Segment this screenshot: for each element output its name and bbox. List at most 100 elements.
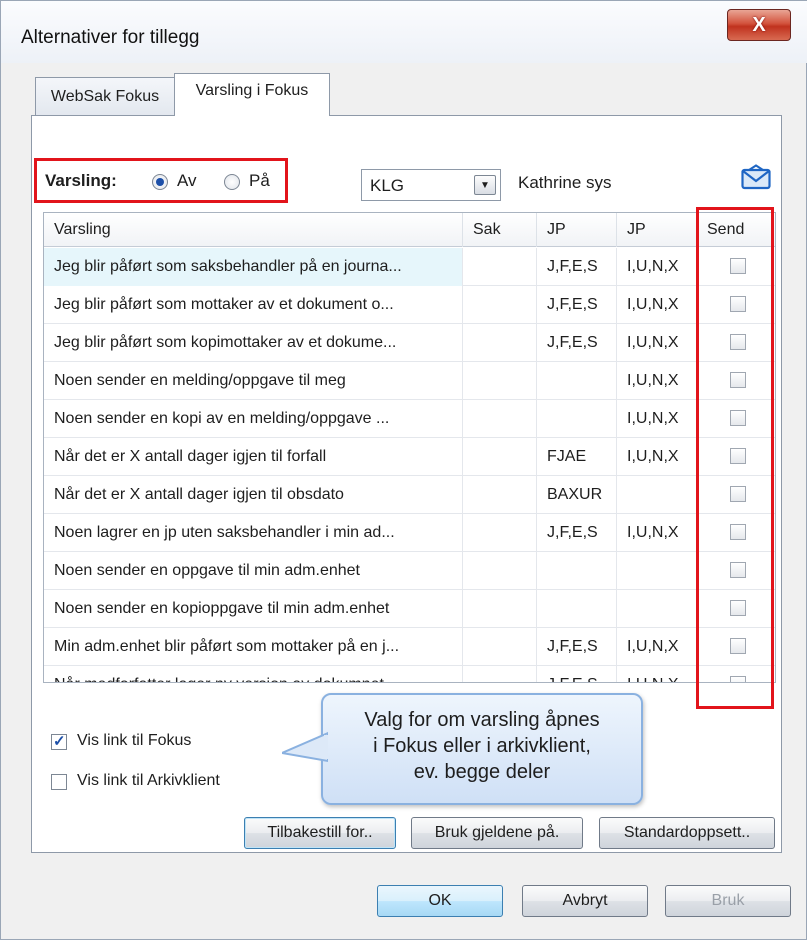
callout-line-3: ev. begge deler xyxy=(413,761,551,783)
sak-cell xyxy=(463,362,537,400)
dialog-window: Alternativer for tillegg X WebSak Fokus … xyxy=(0,0,807,940)
tab-websak-fokus[interactable]: WebSak Fokus xyxy=(35,77,175,115)
jp2-cell xyxy=(617,476,697,514)
ok-button[interactable]: OK xyxy=(377,885,503,917)
jp2-cell xyxy=(617,552,697,590)
user-select[interactable]: KLG ▼ xyxy=(361,169,501,201)
callout-pointer xyxy=(282,731,328,763)
envelope-icon[interactable] xyxy=(741,164,771,190)
varsling-cell: Jeg blir påført som mottaker av et dokum… xyxy=(44,286,463,324)
table-row[interactable]: Når det er X antall dager igjen til forf… xyxy=(44,438,775,476)
apply-to-button[interactable]: Bruk gjeldene på. xyxy=(411,817,583,849)
title-bar: Alternativer for tillegg X xyxy=(1,1,807,63)
table-row[interactable]: Noen sender en oppgave til min adm.enhet xyxy=(44,552,775,590)
varsling-cell: Noen sender en kopi av en melding/oppgav… xyxy=(44,400,463,438)
table-row[interactable]: Noen sender en melding/oppgave til meg I,… xyxy=(44,362,775,400)
jp-cell xyxy=(537,400,617,438)
vis-link-arkivklient-checkbox[interactable] xyxy=(51,774,67,790)
jp2-cell: I,U,N,X xyxy=(617,666,697,682)
grid-header: Varsling Sak JP JP Send xyxy=(44,213,775,247)
varsling-on-label: På xyxy=(249,171,270,190)
table-row[interactable]: Noen sender en kopioppgave til min adm.e… xyxy=(44,590,775,628)
column-header-sak[interactable]: Sak xyxy=(463,213,537,247)
table-row[interactable]: Når det er X antall dager igjen til obsd… xyxy=(44,476,775,514)
callout-line-1: Valg for om varsling åpnes xyxy=(364,709,600,731)
chevron-down-icon[interactable]: ▼ xyxy=(474,175,496,195)
column-header-jp-2[interactable]: JP xyxy=(617,213,697,247)
varsling-grid: Varsling Sak JP JP Send Jeg blir påført … xyxy=(43,212,776,683)
jp-cell xyxy=(537,590,617,628)
table-row[interactable]: Jeg blir påført som saksbehandler på en … xyxy=(44,248,775,286)
apply-button[interactable]: Bruk xyxy=(665,885,791,917)
jp2-cell: I,U,N,X xyxy=(617,248,697,286)
sak-cell xyxy=(463,438,537,476)
varsling-cell: Noen lagrer en jp uten saksbehandler i m… xyxy=(44,514,463,552)
send-column-highlight-box xyxy=(696,207,774,709)
jp-cell: J,F,E,S xyxy=(537,628,617,666)
user-select-value: KLG xyxy=(370,176,405,195)
jp-cell: BAXUR xyxy=(537,476,617,514)
user-name: Kathrine sys xyxy=(518,173,612,192)
sak-cell xyxy=(463,514,537,552)
jp-cell: J,F,E,S xyxy=(537,248,617,286)
varsling-cell: Når medforfatter lager ny versjon av dok… xyxy=(44,666,463,682)
varsling-cell: Når det er X antall dager igjen til forf… xyxy=(44,438,463,476)
jp-cell: FJAE xyxy=(537,438,617,476)
varsling-highlight-box: Varsling: Av På xyxy=(34,158,288,203)
close-button[interactable]: X xyxy=(727,9,791,41)
sak-cell xyxy=(463,666,537,682)
jp2-cell: I,U,N,X xyxy=(617,362,697,400)
varsling-on-radio[interactable] xyxy=(224,174,240,190)
jp2-cell: I,U,N,X xyxy=(617,324,697,362)
varsling-cell: Min adm.enhet blir påført som mottaker p… xyxy=(44,628,463,666)
sak-cell xyxy=(463,628,537,666)
defaults-button[interactable]: Standardoppsett.. xyxy=(599,817,775,849)
vis-link-fokus-label: Vis link til Fokus xyxy=(77,732,192,749)
varsling-cell: Noen sender en kopioppgave til min adm.e… xyxy=(44,590,463,628)
vis-link-fokus-checkbox[interactable] xyxy=(51,732,67,750)
callout-tooltip: Valg for om varsling åpnes i Fokus eller… xyxy=(321,693,643,805)
varsling-off-label: Av xyxy=(177,171,197,190)
varsling-cell: Noen sender en oppgave til min adm.enhet xyxy=(44,552,463,590)
tab-varsling-i-fokus[interactable]: Varsling i Fokus xyxy=(174,73,330,116)
jp-cell: J,F,E,S xyxy=(537,286,617,324)
table-row[interactable]: Jeg blir påført som mottaker av et dokum… xyxy=(44,286,775,324)
sak-cell xyxy=(463,476,537,514)
jp2-cell: I,U,N,X xyxy=(617,514,697,552)
jp2-cell xyxy=(617,590,697,628)
column-header-varsling[interactable]: Varsling xyxy=(44,213,463,247)
reset-button[interactable]: Tilbakestill for.. xyxy=(244,817,396,849)
jp2-cell: I,U,N,X xyxy=(617,438,697,476)
varsling-label: Varsling: xyxy=(45,171,117,190)
jp2-cell: I,U,N,X xyxy=(617,628,697,666)
tab-label: WebSak Fokus xyxy=(50,88,160,105)
varsling-cell: Jeg blir påført som saksbehandler på en … xyxy=(44,248,463,286)
cancel-button[interactable]: Avbryt xyxy=(522,885,648,917)
sak-cell xyxy=(463,324,537,362)
jp-cell: J,F,E,S xyxy=(537,514,617,552)
varsling-cell: Jeg blir påført som kopimottaker av et d… xyxy=(44,324,463,362)
jp2-cell: I,U,N,X xyxy=(617,400,697,438)
varsling-off-radio[interactable] xyxy=(152,174,168,190)
table-row[interactable]: Min adm.enhet blir påført som mottaker p… xyxy=(44,628,775,666)
tab-label: Varsling i Fokus xyxy=(195,82,309,99)
jp-cell: J,F,E,S xyxy=(537,324,617,362)
sak-cell xyxy=(463,400,537,438)
window-title: Alternativer for tillegg xyxy=(21,27,200,48)
jp-cell xyxy=(537,552,617,590)
jp2-cell: I,U,N,X xyxy=(617,286,697,324)
sak-cell xyxy=(463,286,537,324)
callout-line-2: i Fokus eller i arkivklient, xyxy=(373,735,591,757)
varsling-cell: Noen sender en melding/oppgave til meg xyxy=(44,362,463,400)
table-row[interactable]: Når medforfatter lager ny versjon av dok… xyxy=(44,666,775,682)
table-row[interactable]: Noen sender en kopi av en melding/oppgav… xyxy=(44,400,775,438)
sak-cell xyxy=(463,590,537,628)
table-row[interactable]: Noen lagrer en jp uten saksbehandler i m… xyxy=(44,514,775,552)
table-row[interactable]: Jeg blir påført som kopimottaker av et d… xyxy=(44,324,775,362)
sak-cell xyxy=(463,248,537,286)
jp-cell xyxy=(537,362,617,400)
column-header-jp[interactable]: JP xyxy=(537,213,617,247)
varsling-cell: Når det er X antall dager igjen til obsd… xyxy=(44,476,463,514)
jp-cell: J,F,E,S xyxy=(537,666,617,682)
sak-cell xyxy=(463,552,537,590)
